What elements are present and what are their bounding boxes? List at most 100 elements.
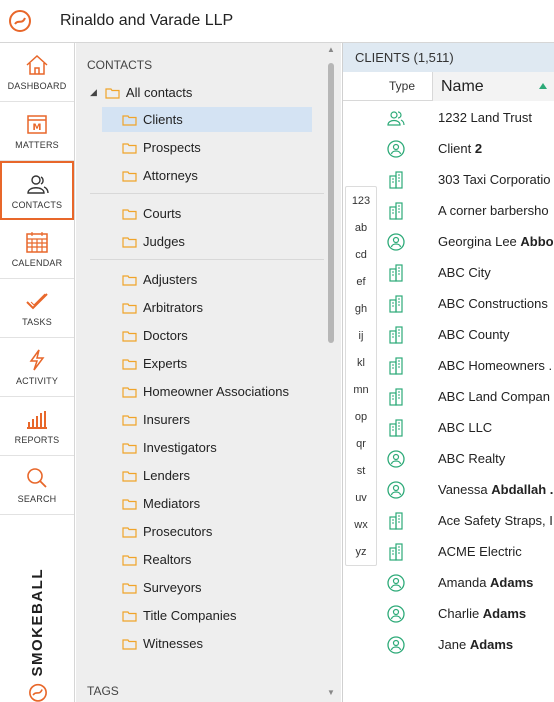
client-row[interactable]: Charlie Adams bbox=[343, 598, 554, 629]
nav-activity[interactable]: ACTIVITY bbox=[0, 338, 74, 397]
client-name: ABC Homeowners . bbox=[438, 358, 552, 373]
tree-node-label: Judges bbox=[143, 234, 185, 249]
scroll-up-icon[interactable]: ▲ bbox=[327, 45, 335, 54]
tree-node-experts[interactable]: Experts bbox=[102, 351, 312, 376]
tree-node-surveyors[interactable]: Surveyors bbox=[102, 575, 312, 600]
person-icon bbox=[387, 140, 405, 158]
tree-node-label: Witnesses bbox=[143, 636, 203, 651]
company-icon bbox=[387, 326, 405, 344]
tree-node-homeowner-associations[interactable]: Homeowner Associations bbox=[102, 379, 312, 404]
bar-chart-icon bbox=[27, 411, 47, 429]
company-icon bbox=[387, 512, 405, 530]
tree-node-prospects[interactable]: Prospects bbox=[102, 135, 312, 160]
client-name: A corner barbersho bbox=[438, 203, 549, 218]
client-name-bold: Adams bbox=[482, 606, 527, 621]
person-icon bbox=[387, 574, 405, 592]
nav-dashboard[interactable]: DASHBOARD bbox=[0, 43, 74, 102]
tree-node-courts[interactable]: Courts bbox=[102, 201, 312, 226]
tree-node-judges[interactable]: Judges bbox=[102, 229, 312, 254]
folder-icon bbox=[122, 274, 137, 286]
client-name-text: A corner barbersho bbox=[438, 203, 549, 218]
tree-node-label: Lenders bbox=[143, 468, 190, 483]
tree-node-attorneys[interactable]: Attorneys bbox=[102, 163, 312, 188]
tags-section-title: TAGS bbox=[87, 684, 119, 698]
tree-node-investigators[interactable]: Investigators bbox=[102, 435, 312, 460]
tree-node-lenders[interactable]: Lenders bbox=[102, 463, 312, 488]
folder-icon bbox=[122, 470, 137, 482]
client-name: Charlie Adams bbox=[438, 606, 526, 621]
scroll-down-icon[interactable]: ▼ bbox=[327, 688, 335, 697]
folder-icon bbox=[122, 582, 137, 594]
nav-matters[interactable]: M MATTERS bbox=[0, 102, 74, 161]
client-name-text: ABC Constructions bbox=[438, 296, 548, 311]
tree-node-arbitrators[interactable]: Arbitrators bbox=[102, 295, 312, 320]
tree-node-witnesses[interactable]: Witnesses bbox=[102, 631, 312, 656]
client-row[interactable]: 1232 Land Trust bbox=[343, 102, 554, 133]
client-name-text: 1232 Land Trust bbox=[438, 110, 532, 125]
nav-search[interactable]: SEARCH bbox=[0, 456, 74, 515]
alphabet-letter[interactable]: ij bbox=[346, 322, 376, 349]
alphabet-letter[interactable]: 123 bbox=[346, 187, 376, 214]
client-row[interactable]: Jane Adams bbox=[343, 629, 554, 660]
tree-scrollbar[interactable] bbox=[328, 63, 334, 343]
alphabet-letter[interactable]: kl bbox=[346, 349, 376, 376]
folder-icon bbox=[122, 208, 137, 220]
client-name-bold: Abdallah . bbox=[491, 482, 554, 497]
alphabet-letter[interactable]: ef bbox=[346, 268, 376, 295]
tree-node-title-companies[interactable]: Title Companies bbox=[102, 603, 312, 628]
tree-node-doctors[interactable]: Doctors bbox=[102, 323, 312, 348]
client-name-text: Charlie bbox=[438, 606, 483, 621]
firm-name: Rinaldo and Varade LLP bbox=[60, 12, 234, 29]
nav-label: ACTIVITY bbox=[15, 376, 59, 386]
company-icon bbox=[387, 419, 405, 437]
folder-icon bbox=[122, 498, 137, 510]
alphabet-letter[interactable]: gh bbox=[346, 295, 376, 322]
client-name: 303 Taxi Corporatio bbox=[438, 172, 551, 187]
alphabet-letter[interactable]: uv bbox=[346, 484, 376, 511]
client-row[interactable]: Client 2 bbox=[343, 133, 554, 164]
group-icon bbox=[387, 109, 405, 127]
smokeball-brand-icon bbox=[28, 683, 47, 702]
company-icon bbox=[387, 264, 405, 282]
nav-reports[interactable]: REPORTS bbox=[0, 397, 74, 456]
nav-contacts[interactable]: CONTACTS bbox=[0, 161, 74, 220]
clients-header: CLIENTS (1,511) bbox=[343, 43, 554, 72]
client-name-bold: Adams bbox=[490, 575, 534, 590]
alphabet-letter[interactable]: yz bbox=[346, 538, 376, 565]
person-icon bbox=[387, 605, 405, 623]
tree-node-realtors[interactable]: Realtors bbox=[102, 547, 312, 572]
folder-icon bbox=[122, 236, 137, 248]
all-contacts-node[interactable]: ◢ All contacts bbox=[90, 80, 320, 105]
client-name-text: Ace Safety Straps, I bbox=[438, 513, 553, 528]
house-icon bbox=[26, 54, 48, 75]
alphabet-letter[interactable]: wx bbox=[346, 511, 376, 538]
nav-tasks[interactable]: TASKS bbox=[0, 279, 74, 338]
client-name-bold: Adams bbox=[469, 637, 514, 652]
tree-node-insurers[interactable]: Insurers bbox=[102, 407, 312, 432]
smokeball-logo-icon[interactable] bbox=[0, 0, 40, 43]
alphabet-letter[interactable]: op bbox=[346, 403, 376, 430]
tree-node-prosecutors[interactable]: Prosecutors bbox=[102, 519, 312, 544]
client-name-text: ABC Homeowners . bbox=[438, 358, 553, 373]
nav-calendar[interactable]: CALENDAR bbox=[0, 220, 74, 279]
company-icon bbox=[387, 171, 405, 189]
nav-label: CONTACTS bbox=[11, 199, 63, 210]
alphabet-letter[interactable]: qr bbox=[346, 430, 376, 457]
client-name-text: Client bbox=[438, 141, 475, 156]
alphabet-letter[interactable]: st bbox=[346, 457, 376, 484]
tree-node-label: Courts bbox=[143, 206, 182, 221]
client-name-text: ABC City bbox=[438, 265, 491, 280]
column-name[interactable]: Name bbox=[432, 72, 554, 101]
alphabet-letter[interactable]: mn bbox=[346, 376, 376, 403]
folder-icon bbox=[122, 442, 137, 454]
tree-node-label: Prosecutors bbox=[143, 524, 213, 539]
tree-node-mediators[interactable]: Mediators bbox=[102, 491, 312, 516]
column-type[interactable]: Type bbox=[343, 79, 415, 93]
folder-icon bbox=[122, 358, 137, 370]
alphabet-letter[interactable]: ab bbox=[346, 214, 376, 241]
alphabet-letter[interactable]: cd bbox=[346, 241, 376, 268]
tree-node-clients[interactable]: Clients bbox=[102, 107, 312, 132]
tree-node-adjusters[interactable]: Adjusters bbox=[102, 267, 312, 292]
client-row[interactable]: Amanda Adams bbox=[343, 567, 554, 598]
client-name: Client 2 bbox=[438, 141, 482, 156]
